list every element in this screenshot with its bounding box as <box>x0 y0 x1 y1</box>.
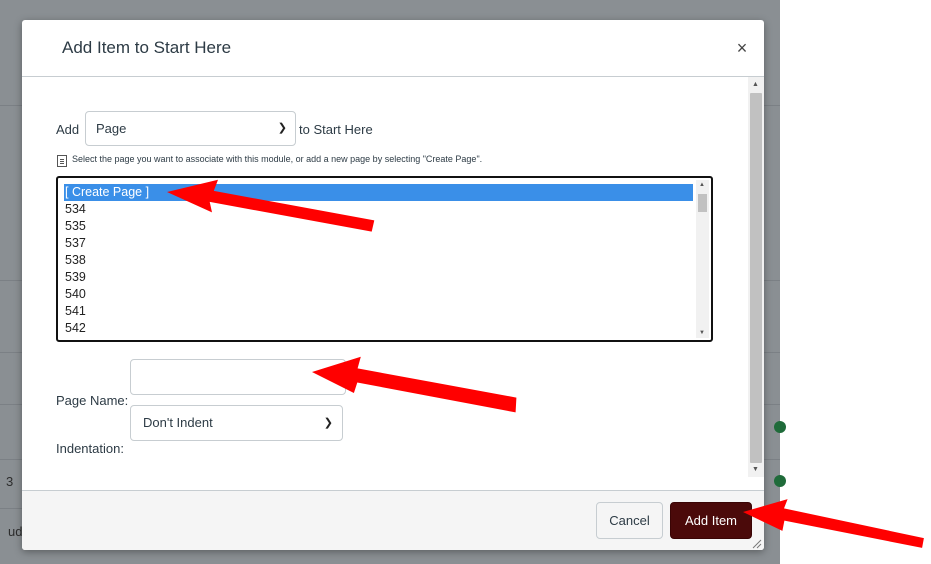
cancel-button[interactable]: Cancel <box>596 502 663 539</box>
page-list[interactable]: [ Create Page ] 534 535 537 538 539 540 … <box>56 176 713 342</box>
item-type-value: Page <box>96 121 127 136</box>
scroll-up-icon[interactable]: ▲ <box>699 182 705 188</box>
list-item[interactable]: 541 <box>64 303 693 320</box>
dialog-scroll-thumb[interactable] <box>750 93 762 463</box>
scroll-down-icon[interactable]: ▼ <box>752 466 759 473</box>
document-icon <box>57 155 67 167</box>
background-text-fragment: ud <box>8 524 23 539</box>
to-module-label: to Start Here <box>299 122 373 137</box>
page-name-label: Page Name: <box>56 393 129 408</box>
scroll-up-icon[interactable]: ▲ <box>752 81 759 88</box>
item-type-select[interactable]: Page ❯ <box>85 111 296 146</box>
published-status-icon <box>774 421 786 433</box>
list-item[interactable]: 535 <box>64 218 693 235</box>
dialog-header: Add Item to Start Here × <box>22 20 764 77</box>
list-scrollbar[interactable]: ▲ ▼ <box>696 180 709 338</box>
chevron-down-icon: ❯ <box>277 122 287 134</box>
hint-text: Select the page you want to associate wi… <box>72 154 483 164</box>
list-scroll-thumb[interactable] <box>698 194 707 212</box>
add-item-dialog: Add Item to Start Here × Add Page ❯ to S… <box>22 20 764 550</box>
list-item[interactable]: 534 <box>64 201 693 218</box>
dialog-body: Add Page ❯ to Start Here Select the page… <box>22 77 764 490</box>
list-item[interactable]: 542 <box>64 320 693 337</box>
indentation-select[interactable]: Don't Indent ❯ <box>130 405 343 441</box>
list-item[interactable]: 539 <box>64 269 693 286</box>
indentation-value: Don't Indent <box>143 415 213 430</box>
add-item-button[interactable]: Add Item <box>670 502 752 539</box>
dialog-title: Add Item to Start Here <box>62 38 232 57</box>
list-item[interactable]: 538 <box>64 252 693 269</box>
close-icon[interactable]: × <box>732 38 752 58</box>
list-item[interactable]: 540 <box>64 286 693 303</box>
page-name-input[interactable] <box>130 359 346 395</box>
dialog-scrollbar[interactable]: ▲ ▼ <box>748 77 764 477</box>
indentation-label: Indentation: <box>56 441 124 456</box>
dialog-footer: Cancel Add Item <box>22 490 764 550</box>
scroll-down-icon[interactable]: ▼ <box>699 330 705 336</box>
resize-grip-icon[interactable] <box>752 539 762 549</box>
published-status-icon <box>774 475 786 487</box>
list-item[interactable]: 537 <box>64 235 693 252</box>
background-text-fragment: 3 <box>6 474 14 489</box>
list-item[interactable]: [ Create Page ] <box>64 184 693 201</box>
add-label: Add <box>56 122 80 137</box>
chevron-down-icon: ❯ <box>323 417 333 429</box>
